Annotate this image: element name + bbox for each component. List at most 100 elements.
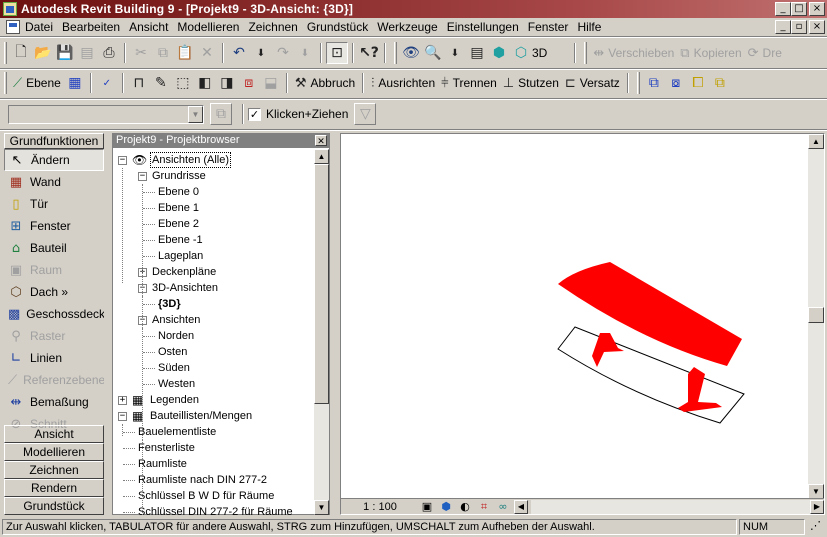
3d-view-icon[interactable]: ⬡ xyxy=(510,42,532,64)
doc-minimize-button[interactable]: _ xyxy=(775,20,791,34)
tool-lines[interactable]: ∟ Linien xyxy=(4,347,104,369)
filter-icon[interactable]: ▽ xyxy=(354,103,377,125)
tree-item[interactable]: Schlüssel B W D für Räume xyxy=(138,488,274,504)
menu-grundstueck[interactable]: Grundstück xyxy=(307,20,374,34)
tree-item[interactable]: Süden xyxy=(158,360,190,376)
split-face-icon[interactable]: ⬚ xyxy=(172,72,194,94)
hide-isolate-icon[interactable]: ∞ xyxy=(495,500,511,514)
tab-modellieren[interactable]: Modellieren xyxy=(4,443,104,461)
detail-level-icon[interactable]: ▣ xyxy=(419,500,435,514)
edit-group-icon[interactable]: ⧠ xyxy=(687,72,709,94)
tool-grid[interactable]: ⚲ Raster xyxy=(4,325,104,347)
rotate-button[interactable]: ⟳ Dre xyxy=(745,42,785,64)
print-icon[interactable]: ⎙ xyxy=(98,42,120,64)
drawing-area[interactable]: ▲ ▼ 1 : 100 ▣ ⬢ ◐ ⌗ ∞ ◀ ▶ xyxy=(340,133,825,515)
menu-datei[interactable]: Datei xyxy=(25,20,59,34)
hscroll-left-icon[interactable]: ◀ xyxy=(514,499,528,514)
tree-item[interactable]: 3D-Ansichten xyxy=(152,280,218,296)
tree-item[interactable]: Ebene 0 xyxy=(158,184,199,200)
save-all-icon[interactable]: ▤ xyxy=(76,42,98,64)
visibility-icon[interactable]: 👁 xyxy=(400,42,422,64)
menu-einstellungen[interactable]: Einstellungen xyxy=(447,20,525,34)
tree-item[interactable]: {3D} xyxy=(158,296,181,312)
model-graphics-icon[interactable]: ⬢ xyxy=(438,500,454,514)
scroll-up-icon[interactable]: ▲ xyxy=(314,149,329,164)
spell-check-icon[interactable]: ✓ xyxy=(96,72,118,94)
shadows-icon[interactable]: ◐ xyxy=(457,500,473,514)
align-button[interactable]: ⫶ Ausrichten xyxy=(368,72,438,94)
tree-item[interactable]: Ebene 1 xyxy=(158,200,199,216)
split-button[interactable]: ⫩ Trennen xyxy=(438,72,500,94)
tree-item[interactable]: Raumliste xyxy=(138,456,187,472)
expand-icon[interactable]: + xyxy=(118,396,127,405)
move-button[interactable]: ⇹ Verschieben xyxy=(590,42,677,64)
delete-icon[interactable]: ✕ xyxy=(196,42,218,64)
thin-lines-icon[interactable]: ⊡ xyxy=(326,42,348,64)
zoom-icon[interactable]: 🔍 xyxy=(422,42,444,64)
link-icon[interactable]: ⧉ xyxy=(709,72,731,94)
view-properties-icon[interactable]: ▤ xyxy=(466,42,488,64)
eyedropper-icon[interactable]: ✎ xyxy=(150,72,172,94)
tab-grundfunktionen[interactable]: Grundfunktionen xyxy=(4,133,104,149)
help-cursor-icon[interactable]: ↖? xyxy=(358,42,380,64)
undo-icon[interactable]: ↶ xyxy=(228,42,250,64)
3d-view-button[interactable]: 3D xyxy=(532,42,550,64)
tree-item[interactable]: Osten xyxy=(158,344,187,360)
viewport-vertical-scrollbar[interactable]: ▲ ▼ xyxy=(808,134,824,499)
tree-item[interactable]: Raumliste nach DIN 277-2 xyxy=(138,472,267,488)
uncut-geometry-icon[interactable]: ⬓ xyxy=(260,72,282,94)
crop-region-icon[interactable]: ⌗ xyxy=(476,500,492,514)
tool-wall[interactable]: ▦ Wand xyxy=(4,171,104,193)
tool-arrow[interactable]: ↖ Ändern xyxy=(4,149,104,171)
menu-bearbeiten[interactable]: Bearbeiten xyxy=(62,20,126,34)
copy-button[interactable]: ⧉ Kopieren xyxy=(677,42,744,64)
menu-zeichnen[interactable]: Zeichnen xyxy=(248,20,303,34)
cut-geometry-icon[interactable]: ⧈ xyxy=(238,72,260,94)
tool-refplane[interactable]: ⟋ Referenzebene xyxy=(4,369,104,391)
level-button[interactable]: ⟋ Ebene xyxy=(10,72,64,94)
type-selector[interactable]: ▼ xyxy=(8,104,204,124)
properties-icon[interactable]: ⧉ xyxy=(210,103,232,125)
doc-close-button[interactable]: × xyxy=(809,20,825,34)
tree-item[interactable]: Ebene -1 xyxy=(158,232,203,248)
tool-room[interactable]: ▣ Raum xyxy=(4,259,104,281)
paste-icon[interactable]: 📋 xyxy=(174,42,196,64)
browser-close-icon[interactable]: ✕ xyxy=(315,135,327,146)
collapse-icon[interactable]: − xyxy=(118,412,127,421)
tool-window[interactable]: ⊞ Fenster xyxy=(4,215,104,237)
scroll-thumb[interactable] xyxy=(314,164,329,404)
tool-roof[interactable]: ⬡ Dach » xyxy=(4,281,104,303)
maximize-button[interactable]: □ xyxy=(791,2,807,16)
menu-ansicht[interactable]: Ansicht xyxy=(129,20,174,34)
save-icon[interactable]: 💾 xyxy=(54,42,76,64)
toolbar-grip[interactable] xyxy=(4,42,7,64)
group-icon[interactable]: ⧉ xyxy=(643,72,665,94)
revit-app-icon[interactable] xyxy=(3,2,17,16)
grid-icon[interactable]: ▦ xyxy=(64,72,86,94)
tree-item[interactable]: Ansichten xyxy=(152,312,200,328)
redo-icon[interactable]: ↷ xyxy=(272,42,294,64)
tree-item[interactable]: Ebene 2 xyxy=(158,216,199,232)
viewport-scroll-down-icon[interactable]: ▼ xyxy=(808,484,824,499)
cut-icon[interactable]: ✂ xyxy=(130,42,152,64)
tree-item[interactable]: Bauelementliste xyxy=(138,424,216,440)
view-scale[interactable]: 1 : 100 xyxy=(341,501,419,513)
3d-model-view[interactable] xyxy=(342,134,809,499)
tab-zeichnen[interactable]: Zeichnen xyxy=(4,461,104,479)
open-folder-icon[interactable]: 📂 xyxy=(32,42,54,64)
unjoin-geometry-icon[interactable]: ◨ xyxy=(216,72,238,94)
shading-icon[interactable]: ⬢ xyxy=(488,42,510,64)
collapse-icon[interactable]: − xyxy=(118,156,127,165)
tree-item[interactable]: Ansichten (Alle) xyxy=(150,152,232,168)
tree-item[interactable]: Legenden xyxy=(150,392,199,408)
demolish-button[interactable]: ⚒ Abbruch xyxy=(292,72,358,94)
tab-rendern[interactable]: Rendern xyxy=(4,479,104,497)
tree-item[interactable]: Bauteillisten/Mengen xyxy=(150,408,252,424)
scroll-down-icon[interactable]: ▼ xyxy=(314,500,329,515)
tree-item[interactable]: Westen xyxy=(158,376,195,392)
tab-grundstueck[interactable]: Grundstück xyxy=(4,497,104,515)
new-file-icon[interactable]: 🗋 xyxy=(10,42,32,64)
menu-fenster[interactable]: Fenster xyxy=(528,20,575,34)
tool-dimension[interactable]: ⇹ Bemaßung xyxy=(4,391,104,413)
tree-item[interactable]: Deckenpläne xyxy=(152,264,216,280)
